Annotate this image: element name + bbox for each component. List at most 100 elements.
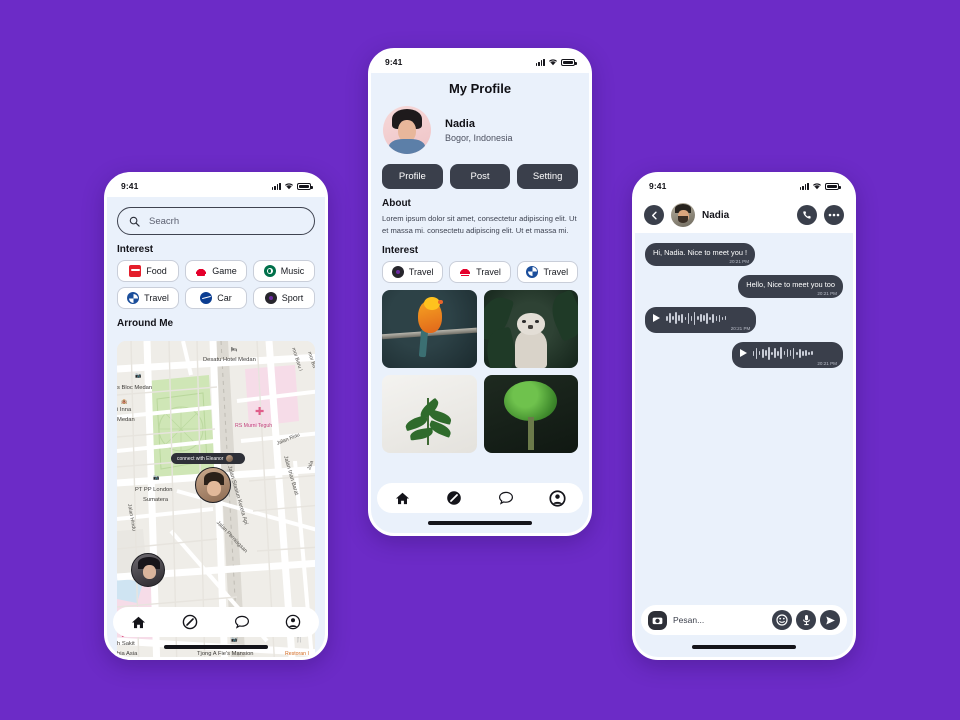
avatar[interactable] xyxy=(383,106,431,154)
play-icon[interactable] xyxy=(653,314,660,323)
chat-bubble-icon xyxy=(234,615,249,629)
chip-game[interactable]: Game xyxy=(185,260,247,282)
chat-bubble-icon xyxy=(498,491,513,505)
message-bubble-incoming[interactable]: Hi, Nadia. Nice to meet you ! 20:21 PM xyxy=(645,243,756,266)
call-button[interactable] xyxy=(797,205,817,225)
voice-player[interactable] xyxy=(653,311,748,325)
contact-name: Nadia xyxy=(702,209,730,221)
sidebar-item-home[interactable] xyxy=(128,611,150,633)
map-label: Desatu Hotel Medan xyxy=(203,357,256,363)
photo-grid xyxy=(371,289,589,453)
chip-label: Travel xyxy=(543,266,569,277)
home-indicator xyxy=(164,645,268,649)
voice-message-outgoing[interactable]: 20:21 PM xyxy=(731,341,843,368)
about-heading: About xyxy=(382,198,411,209)
dark-circle-logo-icon xyxy=(391,265,404,278)
input-actions xyxy=(772,610,840,630)
chevron-left-icon xyxy=(651,211,657,219)
message-row: Hi, Nadia. Nice to meet you ! 20:21 PM xyxy=(645,243,843,266)
signal-bars-icon xyxy=(271,182,281,190)
phone-mockup-profile: 9:41 My Profile Nadia Bogor, Indonesia P… xyxy=(368,48,592,536)
sidebar-item-home[interactable] xyxy=(392,487,414,509)
phone-mockup-chat: 9:41 Nadia Hi, Nadia. Nice to meet you !… xyxy=(632,172,856,660)
camera-button[interactable] xyxy=(648,610,667,630)
message-bubble-outgoing[interactable]: Hello, Nice to meet you too 20:21 PM xyxy=(738,274,843,298)
search-placeholder: Seacrh xyxy=(149,215,180,227)
map-label: Sumatera xyxy=(143,497,169,503)
avatar[interactable] xyxy=(671,203,695,227)
sidebar-item-chat[interactable] xyxy=(495,487,517,509)
search-icon xyxy=(129,216,140,227)
home-icon xyxy=(396,492,410,504)
page-title: My Profile xyxy=(448,81,512,96)
chip-label: Travel xyxy=(408,266,434,277)
wifi-icon xyxy=(549,59,557,66)
eleanor-avatar-pin[interactable] xyxy=(195,467,231,503)
interest-heading: Interest xyxy=(382,244,419,256)
sidebar-item-explore[interactable] xyxy=(179,611,201,633)
around-me-heading: Arround Me xyxy=(117,318,174,329)
profile-header-row: Nadia Bogor, Indonesia xyxy=(371,96,589,154)
connect-tooltip[interactable]: connect with Eleanor xyxy=(171,453,246,464)
back-button[interactable] xyxy=(644,205,664,225)
profile-interest-section: Interest Travel Travel Travel xyxy=(371,237,589,283)
green-plant-photo[interactable] xyxy=(382,374,477,453)
camera-poi-icon: 📷 xyxy=(153,475,160,481)
chip-travel-3[interactable]: Travel xyxy=(516,260,578,283)
white-tiger-photo[interactable] xyxy=(483,289,578,368)
message-input[interactable]: Pesan... xyxy=(673,615,766,625)
tab-profile[interactable]: Profile xyxy=(382,164,443,189)
chip-travel-1[interactable]: Travel xyxy=(382,260,444,283)
send-button[interactable] xyxy=(820,610,840,630)
tab-post[interactable]: Post xyxy=(449,164,511,189)
mic-button[interactable] xyxy=(796,610,816,630)
message-time: 20:21 PM xyxy=(817,290,837,296)
compass-icon xyxy=(182,614,198,630)
orange-parrot-photo[interactable] xyxy=(382,289,477,368)
map-label: s Bloc Medan xyxy=(117,385,153,391)
sidebar-item-profile[interactable] xyxy=(546,487,568,509)
sidebar-item-chat[interactable] xyxy=(231,611,253,633)
bottom-navigation xyxy=(113,607,319,637)
chip-travel-2[interactable]: Travel xyxy=(449,260,511,283)
chip-travel[interactable]: Travel xyxy=(117,287,179,309)
message-row: Hello, Nice to meet you too 20:21 PM xyxy=(645,274,843,298)
voice-player[interactable] xyxy=(739,346,835,360)
status-bar: 9:41 xyxy=(107,175,325,197)
status-icons xyxy=(535,58,577,66)
green-bush-photo[interactable] xyxy=(483,374,578,453)
about-text: Lorem ipsum dolor sit amet, consectetur … xyxy=(382,214,577,235)
friend-avatar-pin[interactable] xyxy=(131,553,165,587)
play-icon[interactable] xyxy=(739,349,747,358)
map-label: Restoran I xyxy=(285,651,309,657)
tab-setting[interactable]: Setting xyxy=(517,164,579,189)
phone-icon xyxy=(803,211,811,219)
chip-sport[interactable]: Sport xyxy=(253,287,315,309)
emoji-button[interactable] xyxy=(772,610,792,630)
chip-food[interactable]: Food xyxy=(117,260,179,282)
bmw-logo-icon xyxy=(127,292,140,304)
voice-message-incoming[interactable]: 20:21 PM xyxy=(645,306,757,333)
more-button[interactable] xyxy=(824,205,844,225)
signal-bars-icon xyxy=(535,58,545,66)
message-input-bar: Pesan... xyxy=(641,605,847,635)
chip-car[interactable]: Car xyxy=(185,287,247,309)
user-location: Bogor, Indonesia xyxy=(445,132,513,143)
status-icons xyxy=(799,182,841,190)
status-icons xyxy=(271,182,313,190)
sidebar-item-profile[interactable] xyxy=(282,611,304,633)
more-dots-icon xyxy=(828,213,840,217)
map-label: i Inna xyxy=(117,407,132,413)
camera-poi-icon: 📷 xyxy=(135,373,142,379)
sidebar-item-explore[interactable] xyxy=(443,487,465,509)
status-bar: 9:41 xyxy=(371,51,589,73)
battery-icon xyxy=(561,58,577,66)
search-input[interactable]: Seacrh xyxy=(117,207,315,235)
home-indicator xyxy=(692,645,796,649)
message-time: 20:21 PM xyxy=(729,258,750,264)
waveform xyxy=(666,311,727,325)
message-row: 20:21 PM xyxy=(645,341,843,368)
nasa-logo-icon xyxy=(200,292,213,304)
chip-label: Food xyxy=(146,266,167,276)
chip-music[interactable]: Music xyxy=(253,260,315,282)
